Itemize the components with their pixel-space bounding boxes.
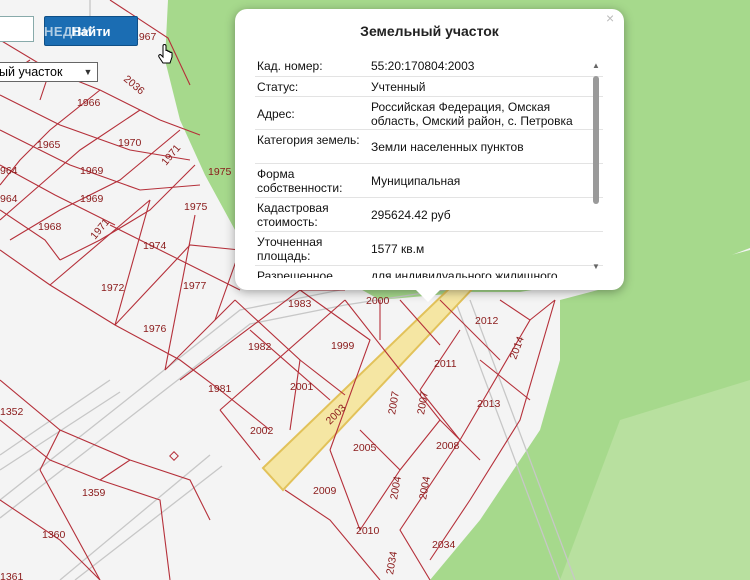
close-icon[interactable]: × <box>606 11 618 25</box>
plot-number-label: 1352 <box>0 406 24 418</box>
popup-scrollbar[interactable]: ▲ ▼ <box>590 60 602 276</box>
plot-info-table: Кад. номер: 55:20:170804:2003 Статус: Уч… <box>255 56 603 278</box>
info-value: Учтенный <box>371 80 426 94</box>
plot-number-label: 1982 <box>248 341 272 353</box>
plot-number-label: 2011 <box>434 358 457 370</box>
popup-title: Земельный участок <box>360 23 499 39</box>
plot-number-label: 1968 <box>38 221 62 233</box>
plot-number-label: 2014 <box>508 335 527 361</box>
info-key: Адрес: <box>257 107 295 121</box>
plot-number-label: 1966 <box>77 97 101 109</box>
plot-number-label: 2004 <box>417 475 433 500</box>
info-key: Форма собственности: <box>257 167 343 195</box>
plot-number-label: 964 <box>0 165 18 177</box>
info-row-land-category: Категория земель: Земли населенных пункт… <box>255 130 603 164</box>
plot-number-label: 1999 <box>331 340 355 352</box>
plot-number-label: 1360 <box>42 529 66 541</box>
plot-number-label: 2009 <box>313 485 337 497</box>
plot-number-label: 1970 <box>118 137 142 149</box>
plot-number-label: 1975 <box>184 201 208 213</box>
info-row-cadastral-number: Кад. номер: 55:20:170804:2003 <box>255 56 603 77</box>
scroll-up-icon[interactable]: ▲ <box>592 62 600 70</box>
info-key: Категория земель: <box>257 133 360 147</box>
plot-number-label: 1359 <box>82 487 106 499</box>
info-row-ownership: Форма собственности: Муниципальная <box>255 164 603 198</box>
plot-number-label: 2010 <box>356 525 380 537</box>
info-row-permitted-use: Разрешенное для индивидуального жилищног… <box>255 266 603 278</box>
info-key: Разрешенное <box>257 269 333 278</box>
scroll-down-icon[interactable]: ▼ <box>592 263 600 271</box>
plot-number-label: 2012 <box>475 315 499 327</box>
plot-number-label: 1983 <box>288 298 312 310</box>
plot-number-label: 1972 <box>101 282 125 294</box>
plot-number-label: 1361 <box>0 571 24 580</box>
plot-number-label: 1974 <box>143 240 167 252</box>
plot-info-popup: Земельный участок × Кад. номер: 55:20:17… <box>235 9 624 302</box>
plot-number-label: 1977 <box>183 280 207 292</box>
info-value: 295624.42 руб <box>371 208 451 222</box>
plot-number-label: 2036 <box>121 73 147 97</box>
plot-number-label: 2007 <box>386 390 402 415</box>
info-key: Кад. номер: <box>257 59 323 73</box>
plot-number-label: 1965 <box>37 139 61 151</box>
info-row-cadastral-value: Кадастровая стоимость: 295624.42 руб <box>255 198 603 232</box>
plot-number-label: 2000 <box>366 295 390 307</box>
plot-number-label: 1981 <box>208 383 232 395</box>
scroll-thumb[interactable] <box>593 76 599 204</box>
info-key: Уточненная площадь: <box>257 235 323 263</box>
plot-number-label: 1971 <box>88 216 112 242</box>
info-value: 55:20:170804:2003 <box>371 59 475 73</box>
plot-number-label: 1969 <box>80 193 104 205</box>
info-row-address: Адрес: Российская Федерация, Омская обла… <box>255 97 603 130</box>
plot-number-label: 1976 <box>143 323 167 335</box>
plot-number-label: 964 <box>0 193 18 205</box>
info-row-area: Уточненная площадь: 1577 кв.м <box>255 232 603 266</box>
layer-select-value: ый участок <box>0 65 63 79</box>
point-marker <box>169 451 179 461</box>
chevron-down-icon: ▼ <box>83 67 93 77</box>
layer-select[interactable]: ый участок ▼ <box>0 62 98 82</box>
plot-number-label: 1975 <box>208 166 232 178</box>
info-value: Земли населенных пунктов <box>371 140 524 154</box>
plot-number-label: 2008 <box>436 440 460 452</box>
plot-number-label: 2034 <box>384 550 400 575</box>
plot-number-label: 2007 <box>415 390 431 415</box>
plot-number-label: 2013 <box>477 398 501 410</box>
plot-number-label: 1971 <box>159 142 183 168</box>
plot-number-label: 2005 <box>353 442 377 454</box>
search-input[interactable] <box>0 16 34 42</box>
plot-number-label: 2001 <box>290 381 314 393</box>
plot-number-label: 1969 <box>80 165 104 177</box>
plot-number-label: 2034 <box>432 539 456 551</box>
info-value: 1577 кв.м <box>371 242 425 256</box>
info-value: Российская Федерация, Омская область, Ом… <box>371 100 573 128</box>
info-row-status: Статус: Учтенный <box>255 77 603 97</box>
info-value: для индивидуального жилищного <box>371 269 558 278</box>
popup-pointer <box>414 288 442 302</box>
info-value: Муниципальная <box>371 174 461 188</box>
info-key: Кадастровая стоимость: <box>257 201 329 229</box>
info-key: Статус: <box>257 80 299 94</box>
plot-number-label: 2004 <box>388 475 404 500</box>
watermark: НЕДВИ <box>44 24 93 39</box>
hand-cursor-icon <box>158 44 173 64</box>
plot-number-label: 2002 <box>250 425 274 437</box>
